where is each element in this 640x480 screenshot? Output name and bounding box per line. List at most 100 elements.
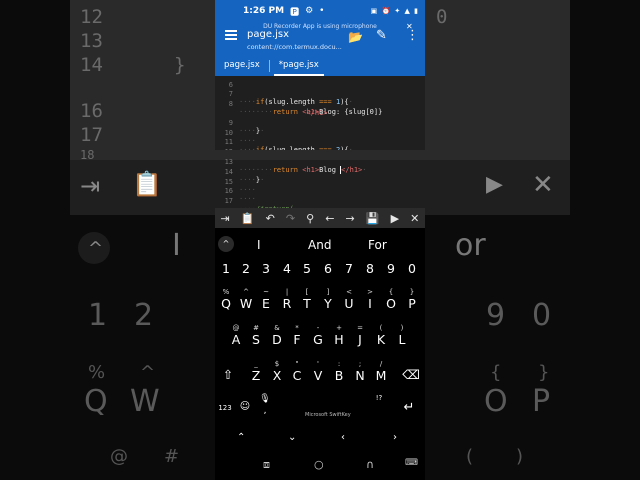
key-9[interactable]: 9 [381,262,401,276]
key-j[interactable]: = J [350,324,370,347]
qwerty-row-2: @ A # S & D * F -G + H = J (K ) L [215,324,425,350]
bg-key-hint: @ [110,446,128,467]
undo-icon[interactable]: ↶ [266,212,275,225]
suggestion-item[interactable]: And [308,238,331,252]
emoji-icon[interactable]: ☺ [235,401,255,412]
key-u[interactable]: < U [339,288,359,311]
comma-key[interactable]: , [255,406,275,416]
key-p[interactable]: } P [402,288,422,311]
bg-line-num: 0 [436,6,448,28]
key-n[interactable]: ; N [350,360,370,383]
menu-icon[interactable] [225,30,237,40]
code-line-current: 13 ········return <h1>Blog </h1>· [215,150,425,174]
microphone-icon[interactable]: 🎙 [255,394,275,404]
key-d[interactable]: & D [267,324,287,347]
bg-key: 1 [88,298,108,333]
bg-key-hint: # [164,446,180,467]
bg-close-icon: ✕ [532,170,554,200]
close-icon[interactable]: ✕ [410,212,419,225]
key-2[interactable]: 2 [236,262,256,276]
search-icon[interactable]: ⚲ [306,212,314,225]
code-line: 7 ····if(slug.length === 1){· [215,82,425,106]
key-3[interactable]: 3 [256,262,276,276]
folder-icon[interactable]: 📂 [348,30,363,44]
key-q[interactable]: % Q [216,288,236,311]
bg-line-num: 14 [80,54,103,76]
chevron-right-icon[interactable]: › [393,432,397,443]
key-t[interactable]: [T [297,288,317,311]
key-y[interactable]: ] Y [318,288,338,311]
chevron-up-icon[interactable]: ⌃ [237,432,245,443]
shift-icon[interactable]: ⇧ [218,368,238,382]
arrow-left-icon[interactable]: ← [325,212,334,225]
editor-toolbar: ⇥ 📋 ↶ ↷ ⚲ ← → 💾 ▶ ✕ [215,208,425,228]
key-f[interactable]: * F [287,324,307,347]
key-o[interactable]: {O [381,288,401,311]
key-z[interactable]: _ Z [246,360,266,383]
key-6[interactable]: 6 [318,262,338,276]
key-5[interactable]: 5 [297,262,317,276]
status-bar: 1:26 PM 🅿 ⚙ • ▣ ⏰ ✦ ▲ ▮ [215,0,425,22]
back-icon[interactable]: ∩ [366,458,374,471]
play-icon[interactable]: ▶ [391,212,399,225]
suggestion-item[interactable]: For [368,238,387,252]
close-icon[interactable]: ✕ [406,22,413,31]
key-w[interactable]: ^ W [236,288,256,311]
bg-key-hint: % [88,362,106,383]
key-s[interactable]: # S [246,324,266,347]
chevron-down-icon[interactable]: ⌄ [288,432,296,443]
period-key-hint[interactable]: !? [369,394,389,402]
bg-key-hint: ^ [140,362,156,383]
key-c[interactable]: " C [287,360,307,383]
bg-key: W [130,384,160,419]
bg-key-hint: } [538,362,550,383]
key-7[interactable]: 7 [339,262,359,276]
chevron-left-icon[interactable]: ‹ [341,432,345,443]
backspace-icon[interactable]: ⌫ [401,368,421,382]
system-nav-bar: ⧈ ○ ∩ ⌨ [215,452,425,480]
file-path: content://com.termux.docu... [247,43,342,51]
spacebar[interactable]: Microsoft SwiftKey [305,412,351,418]
code-editor[interactable]: 6 7 ····if(slug.length === 1){· 8 ······… [215,76,425,223]
bg-line-num: 16 [80,100,103,122]
save-icon[interactable]: 💾 [366,212,380,225]
bg-line-num: 18 [80,148,95,162]
bg-key-hint: ) [516,446,524,467]
key-h[interactable]: + H [329,324,349,347]
key-8[interactable]: 8 [360,262,380,276]
recents-icon[interactable]: ⧈ [263,458,270,472]
key-4[interactable]: 4 [277,262,297,276]
keyboard-hide-icon[interactable]: ⌨ [405,458,418,468]
key-i[interactable]: > I [360,288,380,311]
key-r[interactable]: | R [277,288,297,311]
key-l[interactable]: ) L [392,324,412,347]
key-b[interactable]: :B [329,360,349,383]
bg-line-num: 12 [80,6,103,28]
tab-key-icon[interactable]: ⇥ [221,212,230,225]
parking-icon: 🅿 [290,7,300,18]
key-1[interactable]: 1 [216,262,236,276]
key-0[interactable]: 0 [402,262,422,276]
bg-line-num: 17 [80,124,103,146]
key-k[interactable]: (K [371,324,391,347]
clipboard-icon[interactable]: 📋 [241,212,255,225]
key-x[interactable]: $ X [267,360,287,383]
dot-icon: • [319,6,325,16]
key-g[interactable]: -G [308,324,328,347]
enter-icon[interactable]: ↵ [399,400,419,415]
numbers-mode-key[interactable]: 123 [215,404,235,412]
arrow-right-icon[interactable]: → [346,212,355,225]
key-e[interactable]: ~ E [256,288,276,311]
home-icon[interactable]: ○ [314,458,324,471]
pencil-icon[interactable]: ✎ [376,28,387,43]
key-v[interactable]: ' V [308,360,328,383]
key-m[interactable]: / M [371,360,391,383]
key-a[interactable]: @ A [226,324,246,347]
app-bar: DU Recorder App is using microphone page… [215,22,425,56]
chevron-up-icon[interactable]: ^ [218,236,234,252]
code-line: </h1> [215,101,425,117]
bg-key: 0 [532,298,552,333]
suggestion-item[interactable]: I [257,238,261,252]
redo-icon[interactable]: ↷ [286,212,295,225]
bg-suggestion: or [455,228,486,263]
